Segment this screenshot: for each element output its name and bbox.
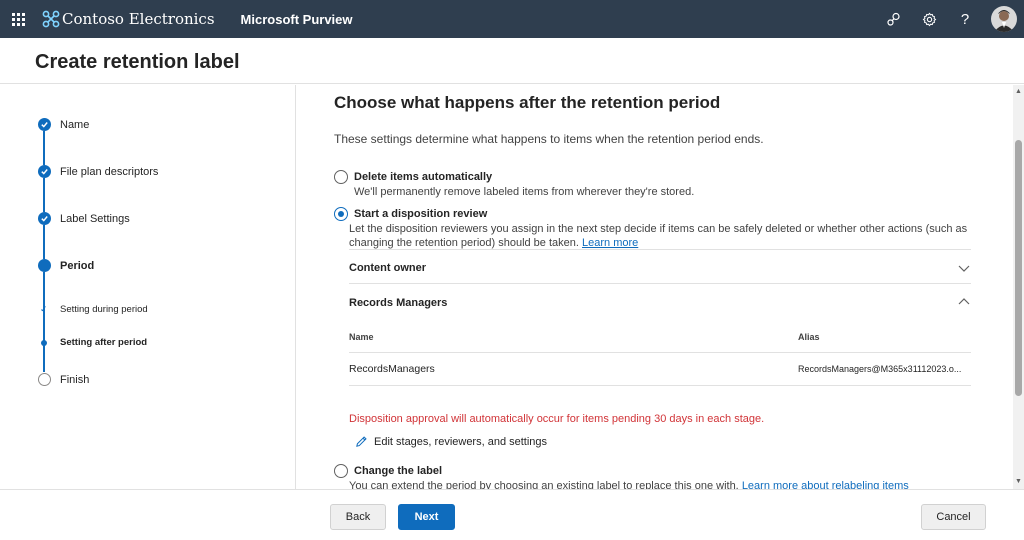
step-connector [43, 178, 45, 212]
step-current-icon [38, 259, 51, 272]
product-name[interactable]: Microsoft Purview [241, 12, 353, 27]
edit-stages-link[interactable]: Edit stages, reviewers, and settings [355, 435, 547, 448]
settings-gear-icon [922, 12, 936, 26]
step-done-check-icon [38, 165, 51, 178]
org-brand[interactable]: Contoso Electronics [42, 10, 215, 28]
substep-done-check-icon: ✓ [40, 304, 48, 314]
wizard-steps: Name File plan descriptors Label Setting… [0, 85, 296, 489]
edit-stages-label[interactable]: Edit stages, reviewers, and settings [374, 436, 547, 448]
content-scrollbar[interactable]: ▲ ▼ [1013, 85, 1024, 489]
main-content: Choose what happens after the retention … [297, 85, 1013, 489]
app-launcher-button[interactable] [0, 0, 36, 38]
stage-content-owner[interactable]: Content owner [349, 262, 426, 274]
change-label-title[interactable]: Change the label [354, 465, 442, 477]
org-logo-icon [42, 10, 60, 28]
column-header-alias: Alias [798, 332, 820, 342]
reviewer-name: RecordsManagers [349, 363, 435, 375]
top-bar: Contoso Electronics Microsoft Purview ? [0, 0, 1024, 38]
scroll-up-arrow-icon[interactable]: ▲ [1015, 88, 1022, 95]
help-icon: ? [960, 10, 970, 28]
change-label-radio[interactable] [334, 464, 348, 478]
disposition-review-title[interactable]: Start a disposition review [354, 208, 487, 220]
relabeling-learn-more-link[interactable]: Learn more about relabeling items [742, 480, 909, 489]
page-title: Create retention label [35, 51, 240, 73]
stage-records-managers[interactable]: Records Managers [349, 297, 447, 309]
divider [349, 283, 971, 284]
chevron-up-icon[interactable] [957, 296, 971, 306]
connections-button[interactable] [875, 0, 911, 38]
org-name: Contoso Electronics [62, 10, 215, 28]
substep-current-icon [41, 340, 47, 346]
app-launcher-icon [11, 12, 25, 26]
disposition-review-desc-line1: Let the disposition reviewers you assign… [349, 223, 968, 235]
delete-items-title[interactable]: Delete items automatically [354, 171, 492, 183]
scroll-down-arrow-icon[interactable]: ▼ [1015, 478, 1022, 485]
step-finish: Finish [60, 374, 90, 386]
scroll-thumb[interactable] [1015, 140, 1022, 396]
step-done-check-icon [38, 118, 51, 131]
table-divider [349, 352, 971, 353]
disposition-review-desc-line2-row: changing the retention period) should be… [349, 236, 638, 250]
section-intro: These settings determine what happens to… [334, 132, 764, 146]
pencil-icon [356, 436, 367, 447]
step-period[interactable]: Period [60, 260, 94, 272]
divider [349, 249, 971, 250]
disposition-warning: Disposition approval will automatically … [349, 413, 765, 425]
step-connector [43, 225, 45, 259]
chevron-down-icon[interactable] [957, 263, 971, 273]
cancel-button[interactable]: Cancel [921, 504, 986, 530]
step-label-settings[interactable]: Label Settings [60, 213, 130, 225]
help-button[interactable]: ? [947, 0, 983, 38]
step-connector [43, 272, 45, 372]
step-done-check-icon [38, 212, 51, 225]
back-button[interactable]: Back [330, 504, 386, 530]
settings-button[interactable] [911, 0, 947, 38]
delete-items-desc: We'll permanently remove labeled items f… [354, 186, 695, 198]
reviewer-alias: RecordsManagers@M365x31112023.o... [798, 364, 962, 374]
disposition-review-desc-line2: changing the retention period) should be… [349, 237, 579, 249]
change-label-desc-row: You can extend the period by choosing an… [349, 479, 909, 489]
delete-items-radio[interactable] [334, 170, 348, 184]
wizard-footer: Back Next Cancel [0, 489, 1024, 540]
section-heading: Choose what happens after the retention … [334, 93, 721, 112]
step-pending-icon [38, 373, 51, 386]
disposition-review-radio[interactable] [334, 207, 348, 221]
user-photo-icon [991, 6, 1017, 32]
substep-setting-during-period[interactable]: Setting during period [60, 304, 148, 315]
page-header: Create retention label [0, 38, 1024, 84]
change-label-desc: You can extend the period by choosing an… [349, 480, 739, 489]
step-connector [43, 131, 45, 165]
step-name[interactable]: Name [60, 119, 89, 131]
table-divider [349, 385, 971, 386]
step-file-plan-descriptors[interactable]: File plan descriptors [60, 166, 158, 178]
column-header-name: Name [349, 332, 374, 342]
user-avatar[interactable] [991, 6, 1017, 32]
next-button[interactable]: Next [398, 504, 455, 530]
learn-more-link[interactable]: Learn more [582, 237, 638, 249]
connections-icon [886, 12, 900, 26]
substep-setting-after-period[interactable]: Setting after period [60, 337, 147, 348]
